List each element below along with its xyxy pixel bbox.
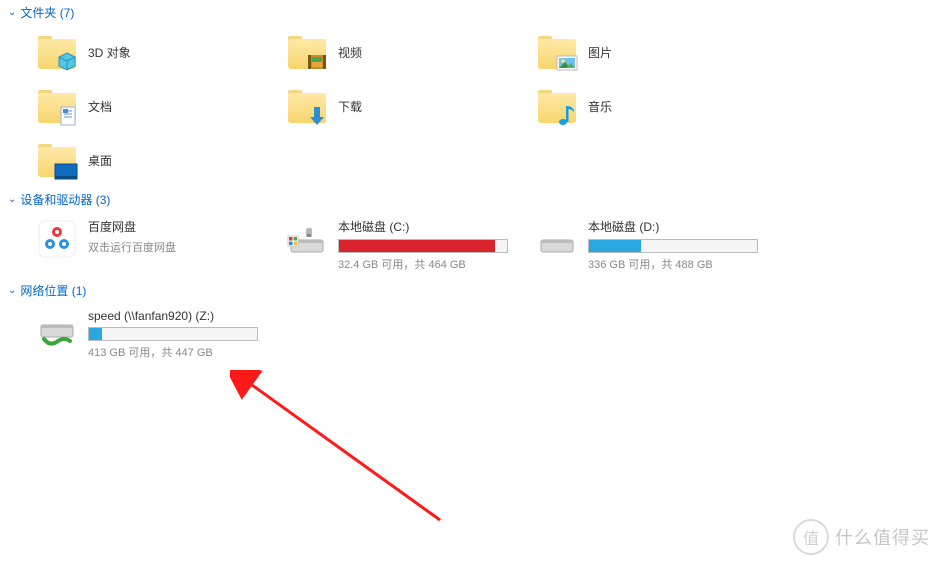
baidu-hint: 双击运行百度网盘 xyxy=(88,239,274,255)
network-section-title: 网络位置 (1) xyxy=(20,282,86,299)
chevron-down-icon: ⌄ xyxy=(8,285,16,296)
folder-label: 下载 xyxy=(338,98,362,115)
folders-section-title: 文件夹 (7) xyxy=(20,4,74,21)
drive-d[interactable]: 本地磁盘 (D:) 336 GB 可用，共 488 GB xyxy=(530,212,780,278)
folder-icon xyxy=(536,85,578,127)
watermark-text: 什么值得买 xyxy=(835,524,930,550)
folder-label: 音乐 xyxy=(588,98,612,115)
folder-3d-objects[interactable]: 3D 对象 xyxy=(30,25,280,79)
drive-c[interactable]: 本地磁盘 (C:) 32.4 GB 可用，共 464 GB xyxy=(280,212,530,278)
drive-z-info: 413 GB 可用，共 447 GB xyxy=(88,344,274,360)
folder-pictures[interactable]: 图片 xyxy=(530,25,780,79)
drive-d-info: 336 GB 可用，共 488 GB xyxy=(588,256,774,272)
drive-c-info: 32.4 GB 可用，共 464 GB xyxy=(338,256,524,272)
folder-icon xyxy=(36,31,78,73)
folder-documents[interactable]: 文档 xyxy=(30,79,280,133)
folder-icon xyxy=(36,139,78,181)
folder-desktop[interactable]: 桌面 xyxy=(30,133,280,187)
network-drive-icon xyxy=(36,309,78,351)
chevron-down-icon: ⌄ xyxy=(8,194,16,205)
baidu-icon xyxy=(36,218,78,260)
drive-d-usage-bar xyxy=(588,239,758,253)
drive-z-usage-bar xyxy=(88,327,258,341)
annotation-arrow xyxy=(230,370,450,530)
drive-c-title: 本地磁盘 (C:) xyxy=(338,218,524,235)
drive-z-network[interactable]: speed (\\fanfan920) (Z:) 413 GB 可用，共 447… xyxy=(30,303,280,366)
folder-label: 视频 xyxy=(338,44,362,61)
folder-label: 文档 xyxy=(88,98,112,115)
folder-videos[interactable]: 视频 xyxy=(280,25,530,79)
network-section-header[interactable]: ⌄ 网络位置 (1) xyxy=(0,278,942,303)
folder-icon xyxy=(36,85,78,127)
watermark: 值 什么值得买 xyxy=(793,519,930,555)
drive-z-title: speed (\\fanfan920) (Z:) xyxy=(88,309,274,323)
chevron-down-icon: ⌄ xyxy=(8,7,16,18)
devices-section-header[interactable]: ⌄ 设备和驱动器 (3) xyxy=(0,187,942,212)
folder-icon xyxy=(286,31,328,73)
folder-icon xyxy=(286,85,328,127)
devices-section-title: 设备和驱动器 (3) xyxy=(20,191,110,208)
drive-c-icon xyxy=(286,218,328,260)
folders-section-header[interactable]: ⌄ 文件夹 (7) xyxy=(0,0,942,25)
folder-label: 图片 xyxy=(588,44,612,61)
drive-d-icon xyxy=(536,218,578,260)
baidu-title: 百度网盘 xyxy=(88,218,274,235)
drive-d-title: 本地磁盘 (D:) xyxy=(588,218,774,235)
drive-c-usage-bar xyxy=(338,239,508,253)
folder-label: 3D 对象 xyxy=(88,44,131,61)
folder-icon xyxy=(536,31,578,73)
folder-music[interactable]: 音乐 xyxy=(530,79,780,133)
folder-downloads[interactable]: 下载 xyxy=(280,79,530,133)
watermark-badge: 值 xyxy=(793,519,829,555)
baidu-netdisk[interactable]: 百度网盘 双击运行百度网盘 xyxy=(30,212,280,278)
folder-label: 桌面 xyxy=(88,152,112,169)
